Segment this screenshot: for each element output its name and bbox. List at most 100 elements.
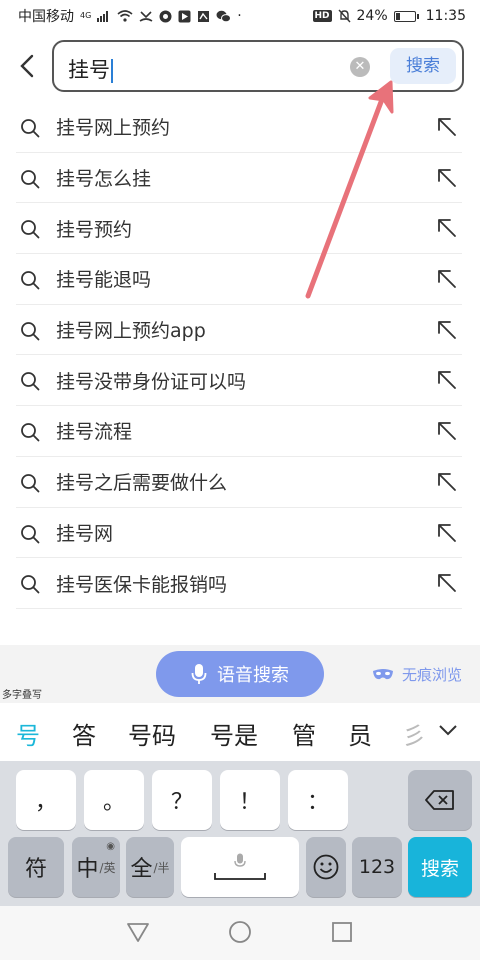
search-icon bbox=[21, 423, 40, 442]
number-key[interactable]: 123 bbox=[352, 837, 402, 897]
language-main-label: 中 bbox=[76, 857, 99, 882]
candidate-word[interactable]: 管 bbox=[292, 716, 316, 751]
punctuation-key[interactable]: ！ bbox=[220, 770, 280, 830]
space-mic-icon bbox=[234, 853, 246, 867]
nav-recents-icon[interactable] bbox=[330, 920, 354, 944]
symbol-key[interactable]: 符 bbox=[8, 837, 64, 897]
suggestion-item[interactable]: 挂号怎么挂 bbox=[16, 153, 462, 204]
search-query-text: 挂号 bbox=[68, 58, 110, 82]
candidate-word[interactable]: 答 bbox=[72, 716, 96, 751]
search-input[interactable]: 挂号 ✕ 搜索 bbox=[52, 40, 464, 92]
app-notification-icon-1 bbox=[159, 10, 172, 22]
suggestion-item[interactable]: 挂号网上预约 bbox=[16, 102, 462, 153]
nav-back-icon[interactable] bbox=[126, 920, 150, 944]
keyboard-search-key[interactable]: 搜索 bbox=[408, 837, 472, 897]
language-sub-label: /英 bbox=[99, 860, 116, 875]
text-caret bbox=[111, 59, 113, 83]
punctuation-key[interactable]: ， bbox=[16, 770, 76, 830]
backspace-icon bbox=[425, 790, 454, 810]
backspace-key[interactable] bbox=[408, 770, 472, 830]
smiley-icon bbox=[313, 854, 339, 880]
globe-icon: ◉ bbox=[106, 841, 115, 852]
wifi-icon bbox=[117, 10, 133, 22]
punctuation-key[interactable]: ： bbox=[288, 770, 348, 830]
hd-badge: HD bbox=[312, 10, 332, 22]
suggestion-item[interactable]: 挂号网 bbox=[16, 508, 462, 559]
suggestion-list: 挂号网上预约 挂号怎么挂 挂号预约 挂号能退吗 挂号网上预约app 挂号没带身份证可以吗挂… bbox=[16, 102, 462, 609]
incognito-button[interactable]: 无痕浏览 bbox=[372, 664, 462, 685]
suggestion-label: 挂号没带身份证可以吗 bbox=[56, 370, 247, 393]
voice-search-label: 语音搜索 bbox=[217, 665, 289, 686]
carrier-label: 中国移动 bbox=[18, 9, 74, 25]
suggestion-label: 挂号怎么挂 bbox=[56, 168, 152, 191]
search-icon bbox=[21, 372, 40, 391]
fill-query-arrow-icon[interactable] bbox=[436, 167, 458, 189]
chevron-down-icon[interactable] bbox=[438, 723, 458, 737]
candidate-overflow[interactable]: 彡 bbox=[402, 716, 426, 751]
suggestion-label: 挂号网上预约app bbox=[56, 320, 206, 343]
emoji-key[interactable] bbox=[306, 837, 346, 897]
nav-home-icon[interactable] bbox=[228, 920, 252, 944]
candidate-word[interactable]: 号是 bbox=[210, 716, 258, 751]
suggestion-item[interactable]: 挂号网上预约app bbox=[16, 305, 462, 356]
suggestion-item[interactable]: 挂号流程 bbox=[16, 406, 462, 457]
app-notification-icon-3 bbox=[198, 10, 210, 22]
battery-percent: 24% bbox=[356, 8, 388, 24]
signal-icon bbox=[97, 11, 109, 22]
search-icon bbox=[21, 524, 40, 543]
fill-query-arrow-icon[interactable] bbox=[436, 572, 458, 594]
fill-query-arrow-icon[interactable] bbox=[436, 217, 458, 239]
search-icon bbox=[21, 575, 40, 594]
clock: 11:35 bbox=[425, 8, 466, 24]
suggestion-label: 挂号流程 bbox=[56, 421, 133, 444]
punctuation-key[interactable]: ？ bbox=[152, 770, 212, 830]
search-icon bbox=[21, 473, 40, 493]
back-arrow-icon[interactable] bbox=[14, 52, 42, 80]
suggestion-item[interactable]: 挂号之后需要做什么 bbox=[16, 457, 462, 508]
suggestion-item[interactable]: 挂号能退吗 bbox=[16, 254, 462, 305]
fill-query-arrow-icon[interactable] bbox=[436, 471, 458, 493]
search-icon bbox=[21, 169, 40, 189]
status-bar: 中国移动 4G · HD 24% 11:35 bbox=[0, 0, 480, 32]
width-sub-label: /半 bbox=[153, 860, 170, 875]
app-notification-icon-2 bbox=[178, 10, 191, 22]
space-key[interactable] bbox=[181, 837, 299, 897]
mute-icon bbox=[337, 9, 351, 23]
suggestion-label: 挂号能退吗 bbox=[56, 269, 152, 292]
fill-query-arrow-icon[interactable] bbox=[436, 268, 458, 290]
mask-icon bbox=[372, 668, 393, 679]
suggestion-label: 挂号医保卡能报销吗 bbox=[56, 573, 228, 596]
candidate-word[interactable]: 员 bbox=[348, 716, 372, 751]
fill-query-arrow-icon[interactable] bbox=[436, 116, 458, 138]
candidate-word[interactable]: 号码 bbox=[128, 716, 176, 751]
fill-query-arrow-icon[interactable] bbox=[436, 420, 458, 442]
clear-icon[interactable]: ✕ bbox=[350, 57, 370, 77]
punctuation-key[interactable]: 。 bbox=[84, 770, 144, 830]
fill-query-arrow-icon[interactable] bbox=[436, 522, 458, 544]
multichar-mode-label[interactable]: 多字叠写 bbox=[0, 685, 44, 702]
battery-icon bbox=[393, 10, 419, 22]
suggestion-item[interactable]: 挂号预约 bbox=[16, 203, 462, 255]
voice-search-button[interactable]: 语音搜索 bbox=[156, 651, 324, 697]
space-bar-icon bbox=[214, 873, 266, 880]
more-icon: · bbox=[237, 8, 242, 24]
width-main-label: 全 bbox=[130, 857, 153, 882]
fill-query-arrow-icon[interactable] bbox=[436, 319, 458, 341]
suggestion-label: 挂号网 bbox=[56, 522, 114, 545]
search-query[interactable]: 挂号 bbox=[68, 54, 113, 84]
network-type: 4G bbox=[80, 11, 92, 20]
search-submit-button[interactable]: 搜索 bbox=[390, 48, 456, 84]
suggestion-item[interactable]: 挂号医保卡能报销吗 bbox=[16, 558, 462, 609]
incognito-label: 无痕浏览 bbox=[401, 666, 462, 684]
language-switch-key[interactable]: ◉ 中/英 bbox=[72, 837, 120, 897]
suggestion-label: 挂号预约 bbox=[56, 218, 133, 241]
search-icon bbox=[21, 271, 40, 290]
suggestion-label: 挂号网上预约 bbox=[56, 117, 171, 140]
candidate-word[interactable]: 号 bbox=[16, 716, 40, 751]
navigation-bar bbox=[0, 906, 480, 960]
width-switch-key[interactable]: 全/半 bbox=[126, 837, 174, 897]
fill-query-arrow-icon[interactable] bbox=[436, 369, 458, 391]
suggestion-item[interactable]: 挂号没带身份证可以吗 bbox=[16, 355, 462, 407]
missed-call-icon bbox=[139, 11, 153, 22]
candidate-bar: 彡 号答号码 号是管员 bbox=[0, 703, 480, 761]
